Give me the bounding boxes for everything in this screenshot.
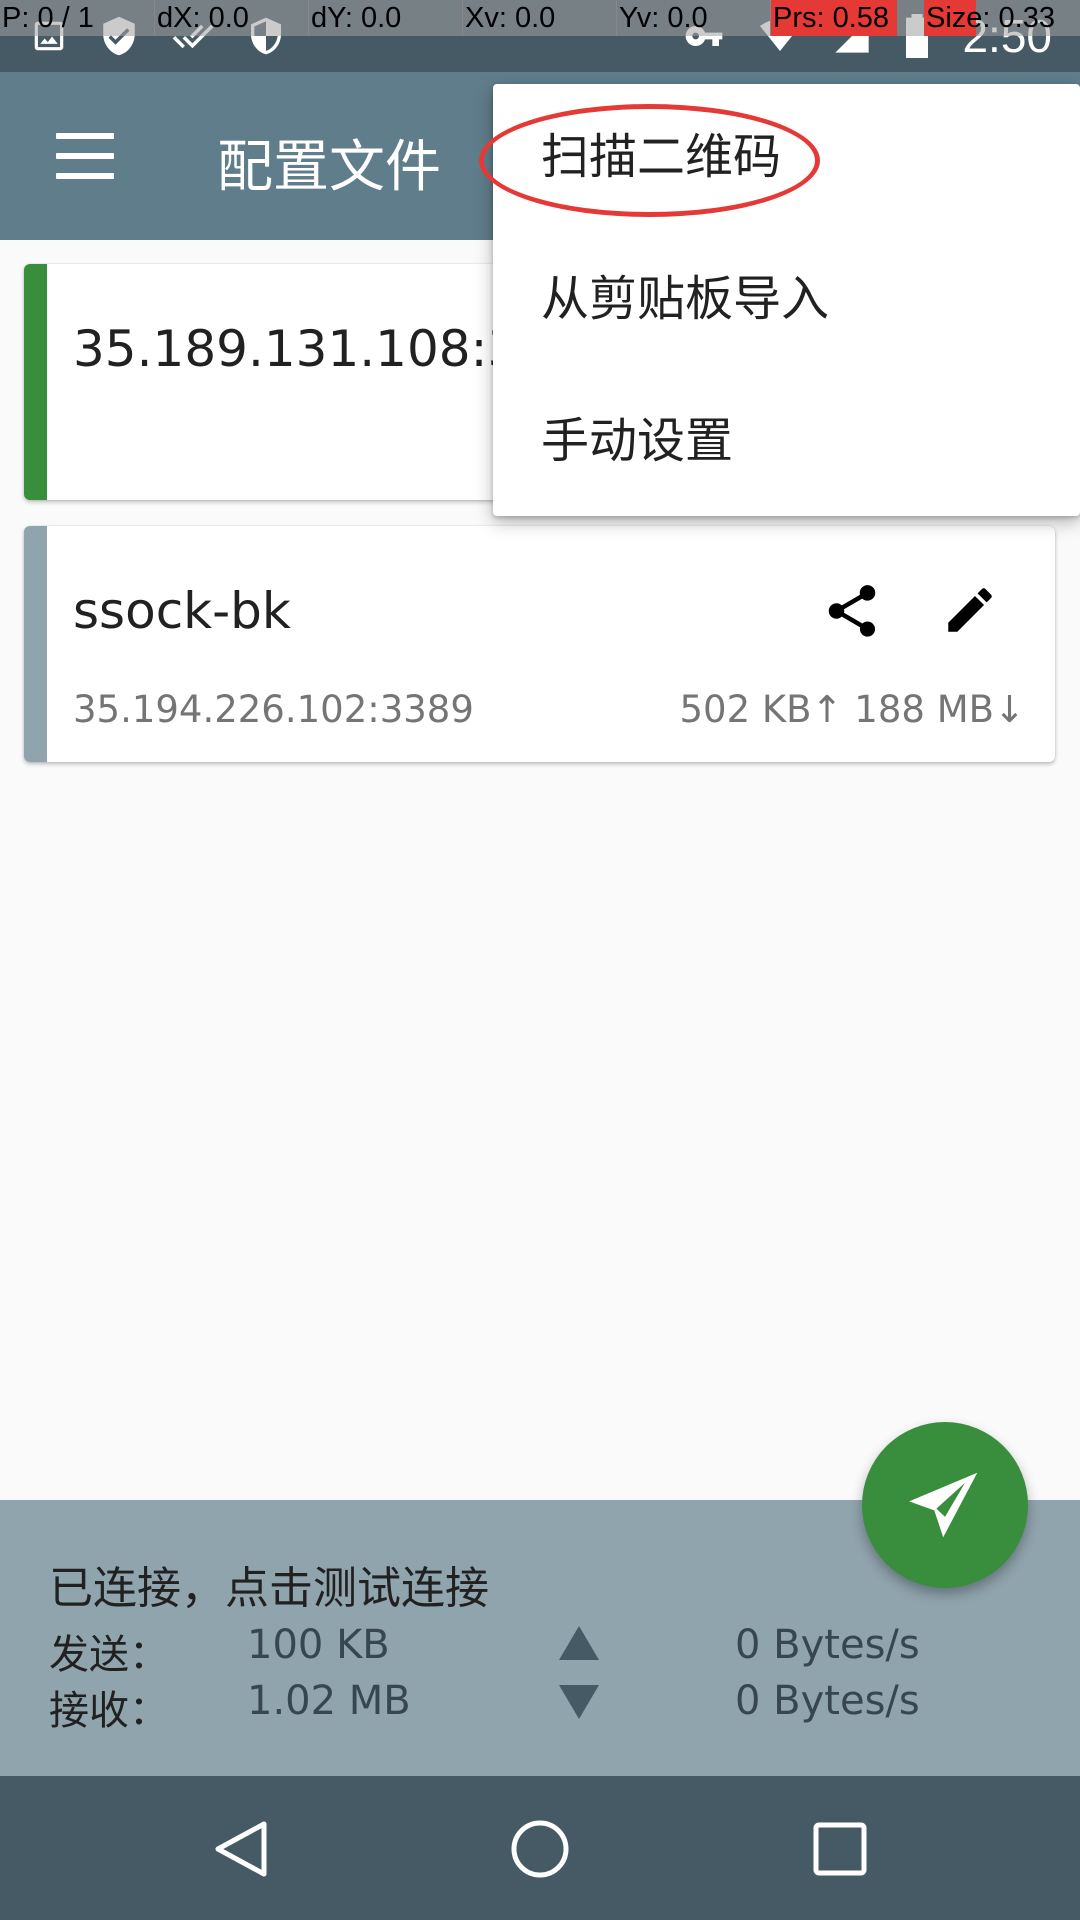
pointer-location-overlay: P: 0 / 1 dX: 0.0 dY: 0.0 Xv: 0.0 Yv: 0.0… (0, 0, 1080, 36)
inactive-indicator (24, 526, 47, 762)
active-indicator (24, 264, 47, 500)
profile-title: 35.189.131.108:33 (73, 320, 552, 378)
velocity-x: Xv: 0.0 (462, 0, 555, 36)
delta-y: dY: 0.0 (308, 0, 401, 36)
delta-x: dX: 0.0 (154, 0, 249, 36)
add-profile-menu: 扫描二维码 从剪贴板导入 手动设置 (493, 84, 1080, 516)
connection-status: 已连接，点击测试连接 (49, 1563, 489, 1614)
hamburger-menu-icon[interactable] (56, 133, 114, 179)
pressure: Prs: 0.58 (770, 0, 897, 36)
touch-size: Size: 0.33 (926, 2, 1055, 34)
menu-item-manual-settings[interactable]: 手动设置 (541, 411, 733, 471)
edit-pencil-icon[interactable] (941, 581, 999, 639)
connect-fab-button[interactable] (862, 1422, 1028, 1588)
receive-rate: 0 Bytes/s (735, 1678, 920, 1724)
profile-address: 35.194.226.102:3389 (73, 688, 474, 731)
profile-card[interactable]: ssock-bk 35.194.226.102:3389 502 KB↑ 188… (24, 526, 1055, 762)
send-paper-plane-icon (909, 1472, 978, 1538)
share-icon[interactable] (821, 578, 883, 644)
menu-item-scan-qr[interactable]: 扫描二维码 (541, 127, 781, 187)
recents-icon[interactable] (813, 1822, 867, 1876)
pointer-count: P: 0 / 1 (2, 2, 94, 34)
home-icon[interactable] (510, 1819, 570, 1879)
receive-label: 接收： (49, 1688, 169, 1734)
back-icon[interactable] (212, 1819, 270, 1879)
upload-arrow-icon (559, 1626, 599, 1660)
send-rate: 0 Bytes/s (735, 1622, 920, 1668)
velocity-y: Yv: 0.0 (616, 0, 708, 36)
profile-traffic: 502 KB↑ 188 MB↓ (679, 688, 1025, 731)
menu-item-import-clipboard[interactable]: 从剪贴板导入 (541, 269, 829, 329)
receive-total: 1.02 MB (247, 1678, 411, 1724)
send-label: 发送： (49, 1632, 169, 1678)
page-title: 配置文件 (217, 135, 441, 200)
profile-title: ssock-bk (73, 582, 291, 640)
send-total: 100 KB (247, 1622, 390, 1668)
system-nav-bar (0, 1776, 1080, 1920)
download-arrow-icon (559, 1685, 599, 1719)
